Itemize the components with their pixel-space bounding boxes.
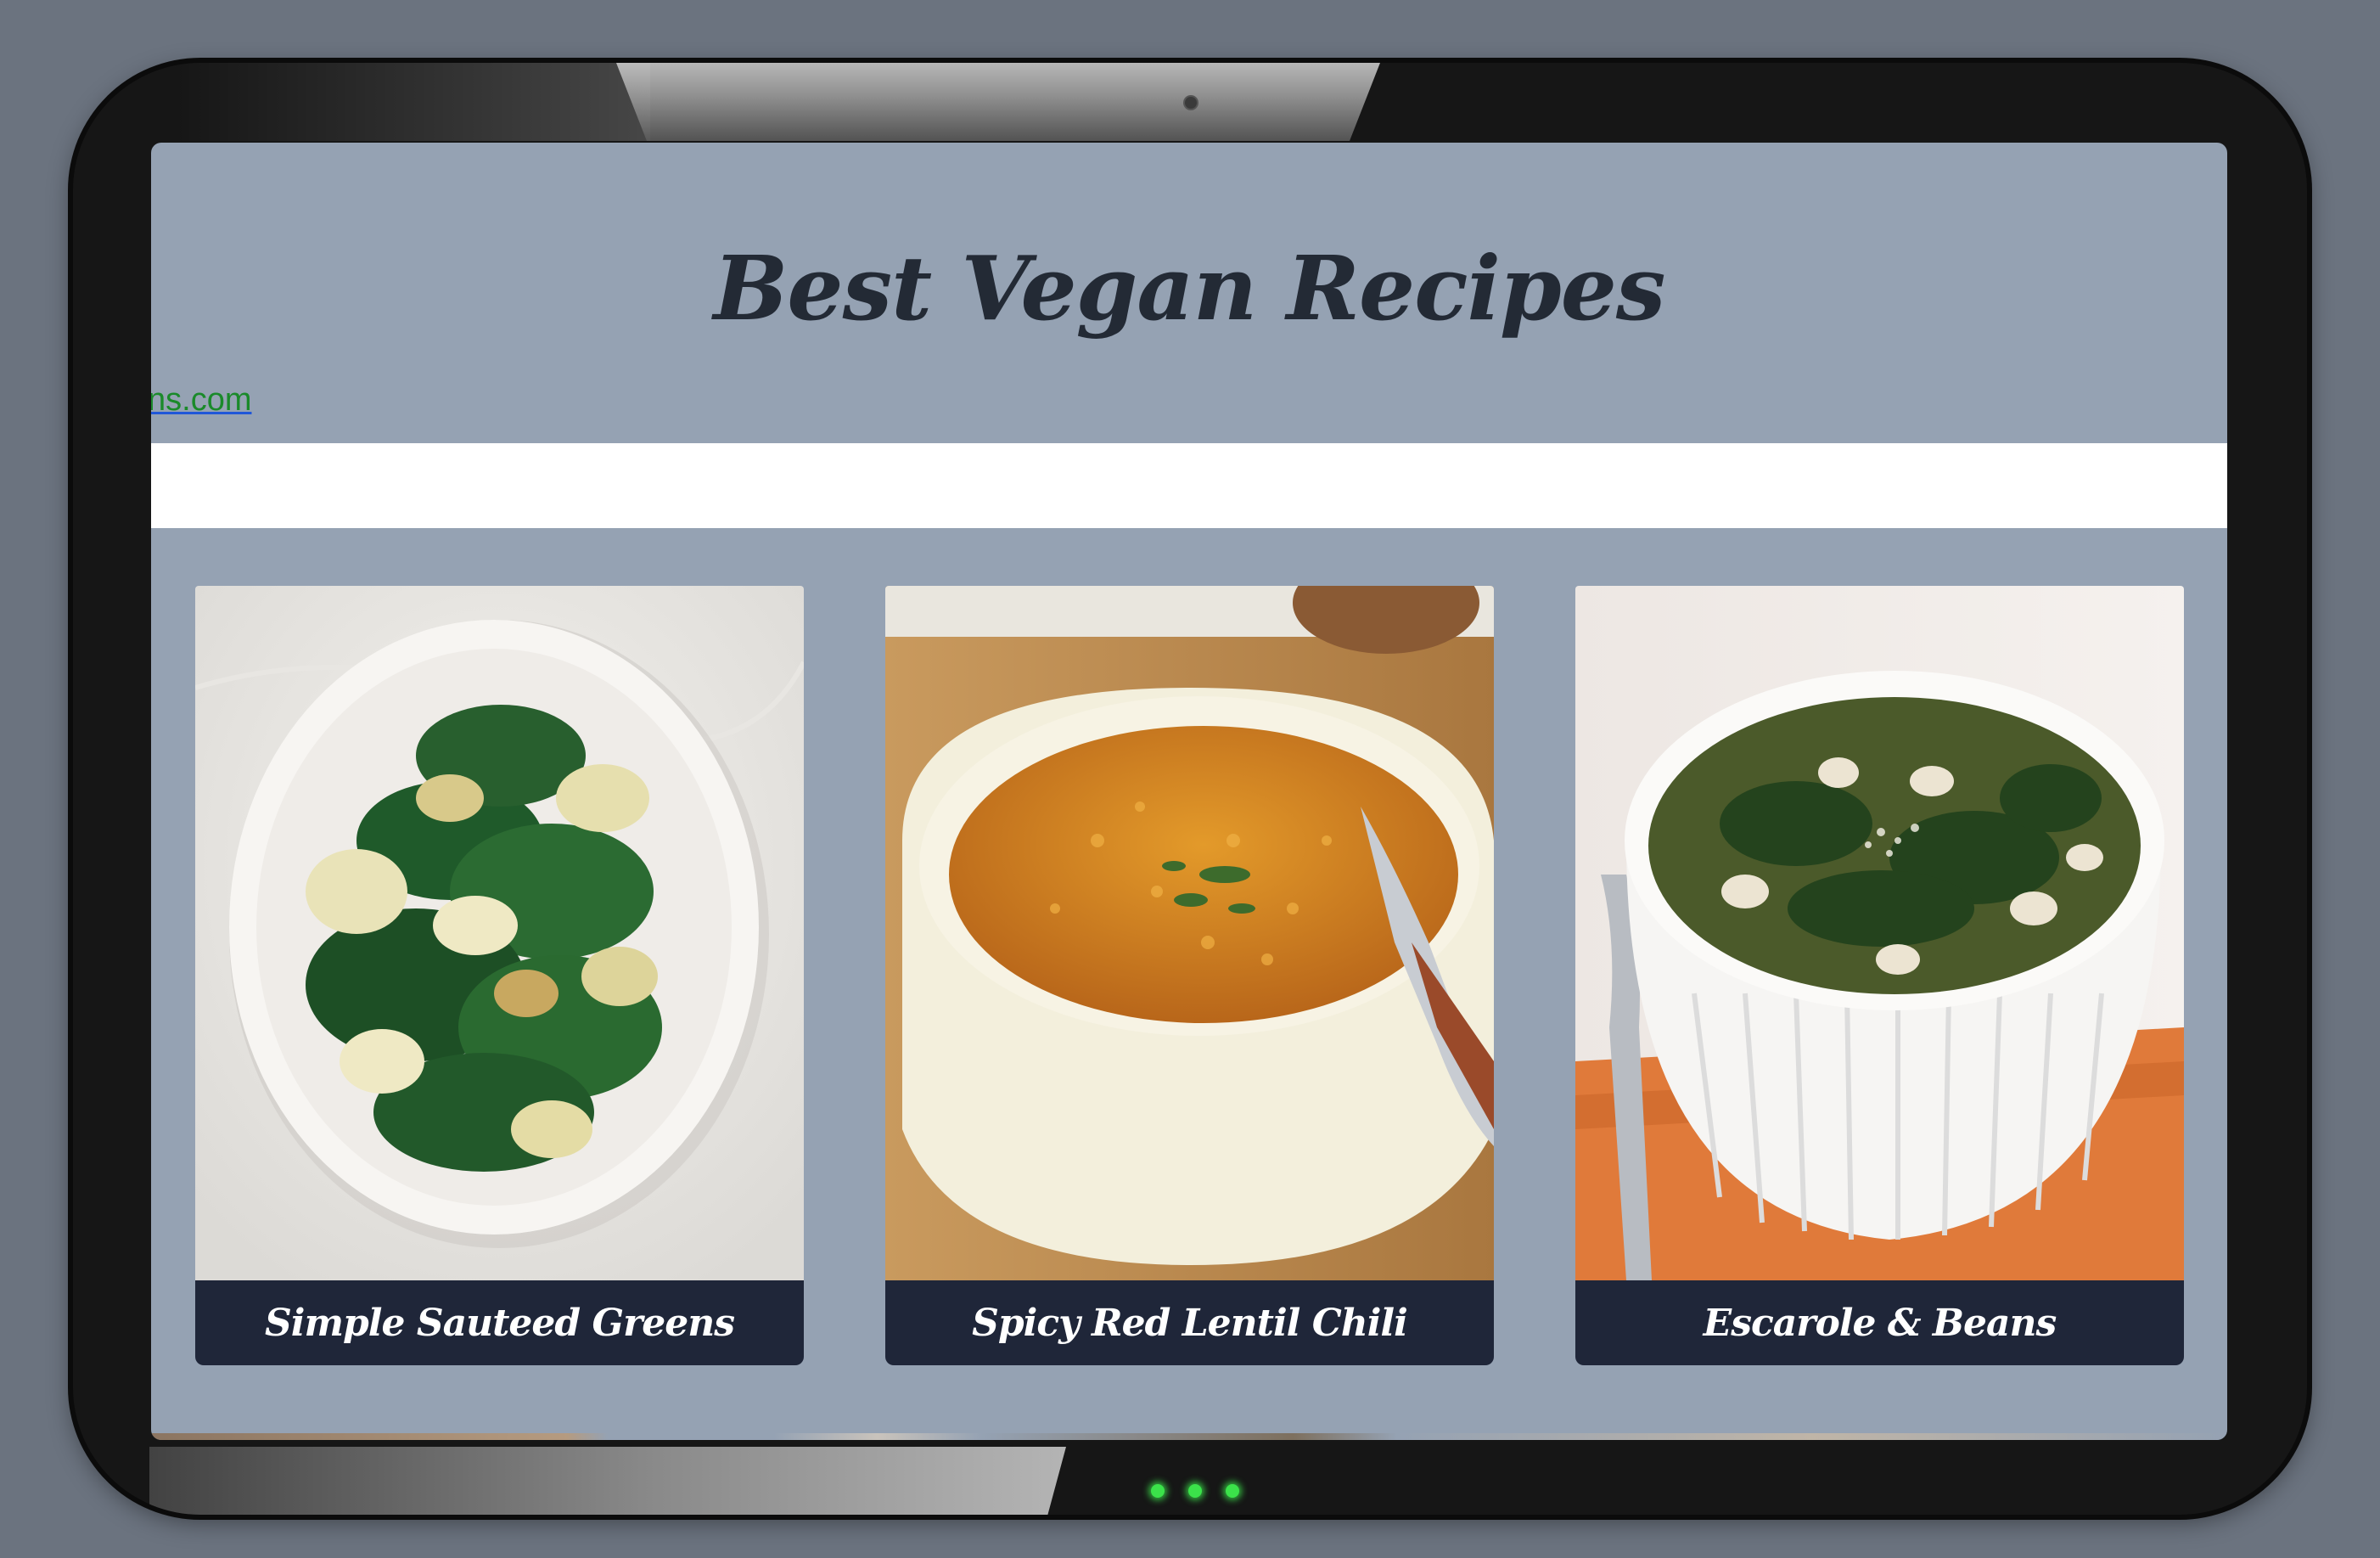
nav-bar [151,443,2227,528]
recipe-title[interactable]: Spicy Red Lentil Chili [885,1280,1494,1365]
led-icon [1188,1484,1202,1498]
recipe-photo-sauteed-greens[interactable] [195,586,804,1280]
recipe-title[interactable]: Escarole & Beans [1575,1280,2184,1365]
camera-icon [1185,97,1197,109]
site-link[interactable]: ns.com [151,382,251,419]
recipe-card[interactable]: Spicy Red Lentil Chili [885,586,1494,1365]
recipe-card[interactable]: Escarole & Beans [1575,586,2184,1365]
recipe-photo-escarole-beans[interactable] [1575,586,2184,1280]
recipe-photo-lentil-chili[interactable] [885,586,1494,1280]
bezel-glare [175,63,650,141]
recipe-title[interactable]: Simple Sauteed Greens [195,1280,804,1365]
recipe-card[interactable]: Simple Sauteed Greens [195,586,804,1365]
tablet-frame: Best Vegan Recipes ns.com Simple Sauteed… [73,63,2307,1515]
page-title: Best Vegan Recipes [713,236,1666,340]
led-icon [1151,1484,1165,1498]
bezel-glare-top [616,63,1380,141]
page-header: Best Vegan Recipes ns.com [151,143,2227,443]
status-lights [1151,1484,1239,1498]
bezel-glare-bottom [149,1447,1066,1515]
led-icon [1226,1484,1239,1498]
screen: Best Vegan Recipes ns.com Simple Sauteed… [151,143,2227,1440]
next-row-peek [151,1433,2227,1440]
